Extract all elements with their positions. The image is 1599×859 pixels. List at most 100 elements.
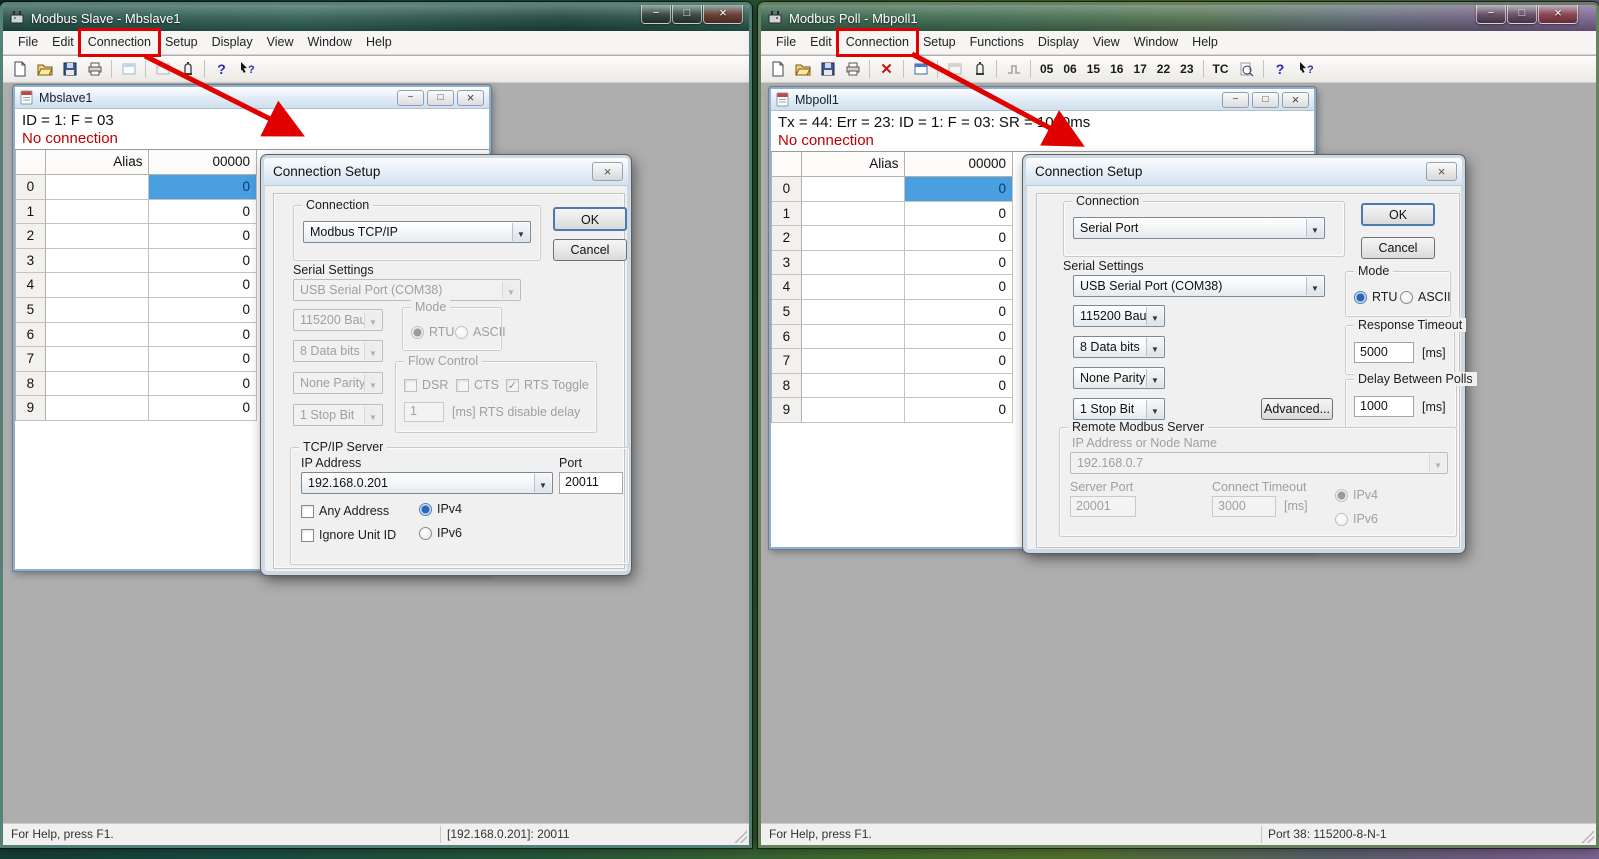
- alias-cell[interactable]: [46, 323, 150, 348]
- alias-cell[interactable]: [802, 374, 906, 399]
- row-number[interactable]: 6: [772, 325, 802, 350]
- context-help-button[interactable]: ?: [235, 58, 258, 80]
- menu-view[interactable]: View: [260, 31, 301, 54]
- baud-combo[interactable]: 115200 Baud: [293, 309, 383, 331]
- function-06-button[interactable]: 06: [1059, 58, 1080, 80]
- function-16-button[interactable]: 16: [1106, 58, 1127, 80]
- advanced-button[interactable]: Advanced...: [1261, 398, 1333, 420]
- alias-cell[interactable]: [802, 226, 906, 251]
- about-button[interactable]: ?: [1269, 58, 1292, 80]
- chevron-down-icon[interactable]: [1146, 369, 1163, 387]
- close-button[interactable]: [703, 5, 743, 24]
- open-file-button[interactable]: [791, 58, 814, 80]
- row-number[interactable]: 7: [16, 347, 46, 372]
- menu-functions[interactable]: Functions: [963, 31, 1031, 54]
- baud-combo[interactable]: 115200 Baud: [1073, 305, 1165, 327]
- maximize-button[interactable]: [672, 5, 702, 24]
- value-cell[interactable]: 0: [149, 200, 257, 225]
- row-number[interactable]: 7: [772, 349, 802, 374]
- alias-cell[interactable]: [46, 396, 150, 421]
- row-number[interactable]: 5: [772, 300, 802, 325]
- close-button[interactable]: [1538, 5, 1578, 24]
- menu-window[interactable]: Window: [1127, 31, 1185, 54]
- context-help-button[interactable]: ?: [1294, 58, 1317, 80]
- connect-timeout-input[interactable]: 3000: [1212, 496, 1276, 517]
- value-cell[interactable]: 0: [149, 323, 257, 348]
- rts-toggle-checkbox[interactable]: RTS Toggle: [506, 378, 589, 392]
- alias-cell[interactable]: [46, 372, 150, 397]
- doc-title-bar[interactable]: Mbpoll1: [771, 89, 1314, 111]
- alias-cell[interactable]: [802, 202, 906, 227]
- connection-type-combo[interactable]: Serial Port: [1073, 217, 1325, 239]
- menu-display[interactable]: Display: [1031, 31, 1086, 54]
- dialog-title-bar[interactable]: Connection Setup: [1026, 158, 1462, 186]
- remote-ip-combo[interactable]: 192.168.0.7: [1070, 452, 1448, 474]
- display-setup-button[interactable]: [117, 58, 140, 80]
- menu-window[interactable]: Window: [301, 31, 359, 54]
- row-number[interactable]: 9: [16, 396, 46, 421]
- ascii-radio[interactable]: ASCII: [1400, 290, 1451, 304]
- alias-cell[interactable]: [802, 275, 906, 300]
- value-cell[interactable]: 0: [905, 177, 1013, 202]
- alias-cell[interactable]: [802, 251, 906, 276]
- dialog-title-bar[interactable]: Connection Setup: [264, 158, 628, 186]
- rtu-radio[interactable]: RTU: [411, 325, 454, 339]
- alias-cell[interactable]: [802, 300, 906, 325]
- value-cell[interactable]: 0: [149, 273, 257, 298]
- scan-button[interactable]: [1235, 58, 1258, 80]
- row-number[interactable]: 9: [772, 398, 802, 423]
- row-number[interactable]: 4: [16, 273, 46, 298]
- about-button[interactable]: ?: [210, 58, 233, 80]
- chevron-down-icon[interactable]: [1146, 338, 1163, 356]
- doc-close-button[interactable]: [457, 90, 484, 106]
- ascii-radio[interactable]: ASCII: [455, 325, 506, 339]
- grid-corner-header[interactable]: [16, 150, 46, 175]
- menu-help[interactable]: Help: [1185, 31, 1225, 54]
- chevron-down-icon[interactable]: [512, 223, 529, 241]
- value-cell[interactable]: 0: [905, 275, 1013, 300]
- value-cell[interactable]: 0: [905, 349, 1013, 374]
- value-cell[interactable]: 0: [149, 372, 257, 397]
- resize-grip[interactable]: [734, 830, 747, 843]
- alias-cell[interactable]: [46, 224, 150, 249]
- chevron-down-icon[interactable]: [1146, 307, 1163, 325]
- alias-cell[interactable]: [802, 398, 906, 423]
- function-15-button[interactable]: 15: [1083, 58, 1104, 80]
- new-file-button[interactable]: [8, 58, 31, 80]
- row-number[interactable]: 6: [16, 323, 46, 348]
- value-cell[interactable]: 0: [149, 249, 257, 274]
- response-timeout-input[interactable]: 5000: [1354, 342, 1414, 363]
- menu-display[interactable]: Display: [205, 31, 260, 54]
- value-cell[interactable]: 0: [905, 251, 1013, 276]
- doc-restore-button[interactable]: [427, 90, 454, 106]
- row-number[interactable]: 3: [16, 249, 46, 274]
- doc-close-button[interactable]: [1282, 92, 1309, 108]
- cancel-button[interactable]: Cancel: [553, 239, 627, 261]
- alias-cell[interactable]: [46, 249, 150, 274]
- alias-cell[interactable]: [46, 298, 150, 323]
- communication-button[interactable]: [943, 58, 966, 80]
- row-number[interactable]: 3: [772, 251, 802, 276]
- grid-corner-header[interactable]: [772, 152, 802, 177]
- row-number[interactable]: 4: [772, 275, 802, 300]
- doc-title-bar[interactable]: Mbslave1: [15, 87, 489, 109]
- alias-cell[interactable]: [802, 349, 906, 374]
- ipv4-radio[interactable]: IPv4: [1335, 488, 1378, 502]
- new-file-button[interactable]: [766, 58, 789, 80]
- grid-alias-column-header[interactable]: Alias: [46, 150, 150, 175]
- chevron-down-icon[interactable]: [1146, 400, 1163, 418]
- ipv4-radio[interactable]: IPv4: [419, 502, 462, 516]
- function-23-button[interactable]: 23: [1176, 58, 1197, 80]
- row-number[interactable]: 0: [16, 175, 46, 200]
- doc-restore-button[interactable]: [1252, 92, 1279, 108]
- print-button[interactable]: [841, 58, 864, 80]
- row-number[interactable]: 8: [16, 372, 46, 397]
- communication-button[interactable]: [151, 58, 174, 80]
- ipv6-radio[interactable]: IPv6: [1335, 512, 1378, 526]
- value-cell[interactable]: 0: [149, 298, 257, 323]
- print-button[interactable]: [83, 58, 106, 80]
- cts-checkbox[interactable]: CTS: [456, 378, 499, 392]
- menu-file[interactable]: File: [11, 31, 45, 54]
- single-poll-button[interactable]: [1002, 58, 1025, 80]
- value-cell[interactable]: 0: [149, 175, 257, 200]
